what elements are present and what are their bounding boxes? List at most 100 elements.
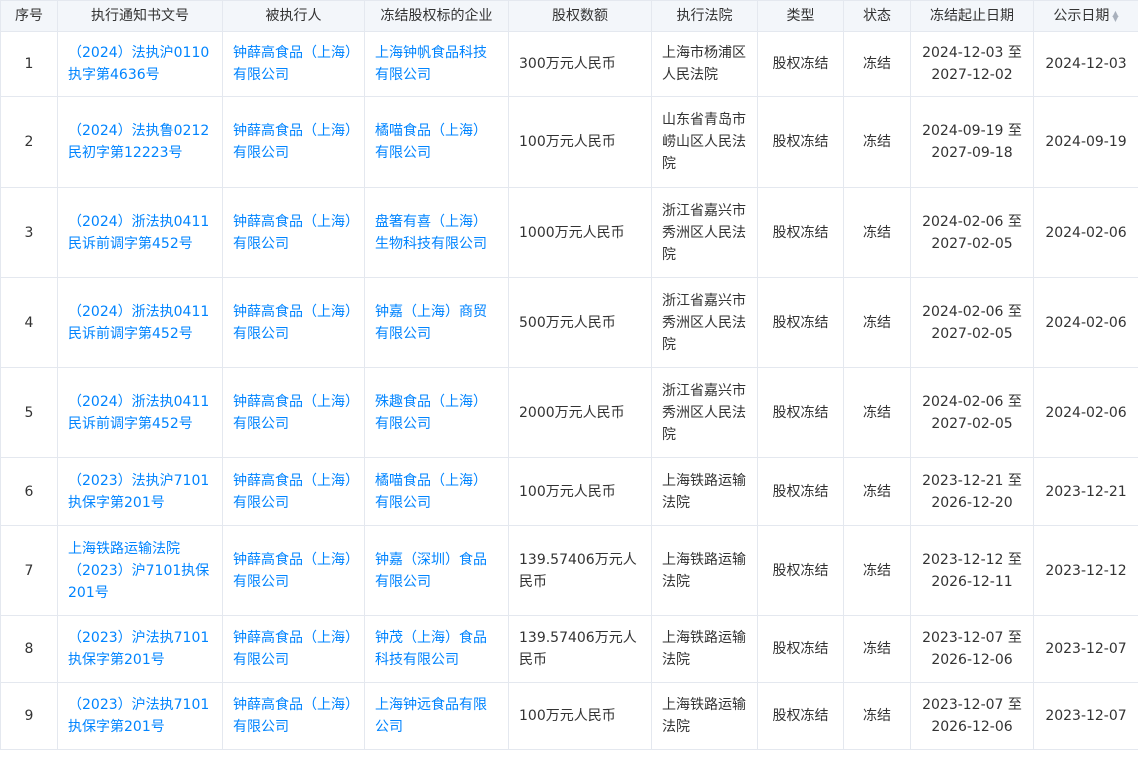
cell-publish-date: 2023-12-07 xyxy=(1033,615,1138,683)
cell-status: 冻结 xyxy=(843,187,911,278)
cell-court: 上海市杨浦区人民法院 xyxy=(651,31,758,97)
cell-frozen-company-link[interactable]: 钟茂（上海）食品科技有限公司 xyxy=(364,615,509,683)
cell-executee-link[interactable]: 钟薛高食品（上海）有限公司 xyxy=(222,615,365,683)
cell-status: 冻结 xyxy=(843,525,911,616)
table-row: 9 （2023）沪法执7101执保字第201号 钟薛高食品（上海）有限公司 上海钟远食… xyxy=(0,682,1138,750)
cell-index: 4 xyxy=(0,277,58,368)
cell-type: 股权冻结 xyxy=(757,525,844,616)
cell-index: 9 xyxy=(0,682,58,750)
cell-publish-date: 2024-02-06 xyxy=(1033,277,1138,368)
cell-notice-link[interactable]: （2024）法执鲁0212民初字第12223号 xyxy=(57,96,223,188)
table-row: 2 （2024）法执鲁0212民初字第12223号 钟薛高食品（上海）有限公司 橘喵食… xyxy=(0,96,1138,188)
cell-executee-link[interactable]: 钟薛高食品（上海）有限公司 xyxy=(222,277,365,368)
col-header-notice-no: 执行通知书文号 xyxy=(57,0,223,32)
cell-frozen-company-link[interactable]: 橘喵食品（上海）有限公司 xyxy=(364,457,509,526)
cell-frozen-company-link[interactable]: 钟嘉（上海）商贸有限公司 xyxy=(364,277,509,368)
cell-amount: 500万元人民币 xyxy=(508,277,652,368)
sort-icon[interactable]: ▲ ▼ xyxy=(1112,10,1118,23)
cell-index: 5 xyxy=(0,367,58,458)
cell-period: 2023-12-07 至 2026-12-06 xyxy=(910,682,1034,750)
col-header-publish-date[interactable]: 公示日期 ▲ ▼ xyxy=(1033,0,1138,32)
cell-court: 山东省青岛市崂山区人民法院 xyxy=(651,96,758,188)
cell-type: 股权冻结 xyxy=(757,367,844,458)
col-header-executee: 被执行人 xyxy=(222,0,365,32)
cell-amount: 300万元人民币 xyxy=(508,31,652,97)
cell-court: 上海铁路运输法院 xyxy=(651,457,758,526)
cell-type: 股权冻结 xyxy=(757,277,844,368)
cell-frozen-company-link[interactable]: 殊趣食品（上海）有限公司 xyxy=(364,367,509,458)
cell-index: 3 xyxy=(0,187,58,278)
cell-amount: 139.57406万元人民币 xyxy=(508,615,652,683)
cell-period: 2023-12-07 至 2026-12-06 xyxy=(910,615,1034,683)
equity-freeze-table: 序号 执行通知书文号 被执行人 冻结股权标的企业 股权数额 执行法院 类型 状态… xyxy=(0,0,1138,750)
cell-notice-link[interactable]: （2023）沪法执7101执保字第201号 xyxy=(57,615,223,683)
table-row: 3 （2024）浙法执0411民诉前调字第452号 钟薛高食品（上海）有限公司 盘箸有… xyxy=(0,187,1138,278)
cell-executee-link[interactable]: 钟薛高食品（上海）有限公司 xyxy=(222,187,365,278)
cell-index: 2 xyxy=(0,96,58,188)
cell-index: 7 xyxy=(0,525,58,616)
cell-type: 股权冻结 xyxy=(757,31,844,97)
col-header-index: 序号 xyxy=(0,0,58,32)
cell-court: 上海铁路运输法院 xyxy=(651,525,758,616)
cell-notice-link[interactable]: （2024）浙法执0411民诉前调字第452号 xyxy=(57,187,223,278)
cell-frozen-company-link[interactable]: 橘喵食品（上海）有限公司 xyxy=(364,96,509,188)
cell-executee-link[interactable]: 钟薛高食品（上海）有限公司 xyxy=(222,682,365,750)
cell-status: 冻结 xyxy=(843,96,911,188)
cell-amount: 100万元人民币 xyxy=(508,457,652,526)
cell-publish-date: 2024-02-06 xyxy=(1033,367,1138,458)
cell-period: 2024-02-06 至 2027-02-05 xyxy=(910,187,1034,278)
cell-type: 股权冻结 xyxy=(757,682,844,750)
cell-executee-link[interactable]: 钟薛高食品（上海）有限公司 xyxy=(222,525,365,616)
col-header-type: 类型 xyxy=(757,0,844,32)
table-row: 8 （2023）沪法执7101执保字第201号 钟薛高食品（上海）有限公司 钟茂（上海… xyxy=(0,615,1138,683)
cell-publish-date: 2023-12-21 xyxy=(1033,457,1138,526)
cell-period: 2024-09-19 至 2027-09-18 xyxy=(910,96,1034,188)
cell-amount: 139.57406万元人民币 xyxy=(508,525,652,616)
cell-amount: 2000万元人民币 xyxy=(508,367,652,458)
cell-period: 2023-12-21 至 2026-12-20 xyxy=(910,457,1034,526)
cell-publish-date: 2023-12-12 xyxy=(1033,525,1138,616)
cell-publish-date: 2024-09-19 xyxy=(1033,96,1138,188)
cell-court: 上海铁路运输法院 xyxy=(651,682,758,750)
cell-notice-link[interactable]: （2023）法执沪7101执保字第201号 xyxy=(57,457,223,526)
cell-frozen-company-link[interactable]: 钟嘉（深圳）食品有限公司 xyxy=(364,525,509,616)
cell-amount: 100万元人民币 xyxy=(508,682,652,750)
cell-publish-date: 2024-12-03 xyxy=(1033,31,1138,97)
cell-notice-link[interactable]: （2024）法执沪0110执字第4636号 xyxy=(57,31,223,97)
cell-period: 2023-12-12 至 2026-12-11 xyxy=(910,525,1034,616)
col-header-court: 执行法院 xyxy=(651,0,758,32)
cell-executee-link[interactable]: 钟薛高食品（上海）有限公司 xyxy=(222,457,365,526)
cell-status: 冻结 xyxy=(843,615,911,683)
cell-executee-link[interactable]: 钟薛高食品（上海）有限公司 xyxy=(222,367,365,458)
col-header-status: 状态 xyxy=(843,0,911,32)
cell-executee-link[interactable]: 钟薛高食品（上海）有限公司 xyxy=(222,96,365,188)
cell-notice-link[interactable]: （2023）沪法执7101执保字第201号 xyxy=(57,682,223,750)
col-header-amount: 股权数额 xyxy=(508,0,652,32)
col-header-frozen-company: 冻结股权标的企业 xyxy=(364,0,509,32)
cell-frozen-company-link[interactable]: 上海钟远食品有限公司 xyxy=(364,682,509,750)
cell-frozen-company-link[interactable]: 上海钟帆食品科技有限公司 xyxy=(364,31,509,97)
table-row: 5 （2024）浙法执0411民诉前调字第452号 钟薛高食品（上海）有限公司 殊趣食… xyxy=(0,367,1138,458)
cell-status: 冻结 xyxy=(843,277,911,368)
cell-court: 浙江省嘉兴市秀洲区人民法院 xyxy=(651,367,758,458)
table-row: 7 上海铁路运输法院（2023）沪7101执保201号 钟薛高食品（上海）有限公司钟… xyxy=(0,525,1138,616)
cell-executee-link[interactable]: 钟薛高食品（上海）有限公司 xyxy=(222,31,365,97)
col-header-period: 冻结起止日期 xyxy=(910,0,1034,32)
cell-period: 2024-02-06 至 2027-02-05 xyxy=(910,277,1034,368)
publish-date-label: 公示日期 xyxy=(1053,8,1110,24)
cell-notice-link[interactable]: （2024）浙法执0411民诉前调字第452号 xyxy=(57,277,223,368)
cell-type: 股权冻结 xyxy=(757,457,844,526)
table-header-row: 序号 执行通知书文号 被执行人 冻结股权标的企业 股权数额 执行法院 类型 状态… xyxy=(0,0,1138,32)
cell-status: 冻结 xyxy=(843,31,911,97)
cell-type: 股权冻结 xyxy=(757,96,844,188)
cell-notice-link[interactable]: 上海铁路运输法院（2023）沪7101执保201号 xyxy=(57,525,223,616)
cell-index: 6 xyxy=(0,457,58,526)
table-row: 6 （2023）法执沪7101执保字第201号 钟薛高食品（上海）有限公司 橘喵食品（… xyxy=(0,457,1138,526)
cell-status: 冻结 xyxy=(843,367,911,458)
cell-notice-link[interactable]: （2024）浙法执0411民诉前调字第452号 xyxy=(57,367,223,458)
cell-type: 股权冻结 xyxy=(757,187,844,278)
cell-period: 2024-02-06 至 2027-02-05 xyxy=(910,367,1034,458)
table-row: 1 （2024）法执沪0110执字第4636号 钟薛高食品（上海）有限公司 上海钟帆食… xyxy=(0,31,1138,97)
cell-frozen-company-link[interactable]: 盘箸有喜（上海）生物科技有限公司 xyxy=(364,187,509,278)
cell-period: 2024-12-03 至 2027-12-02 xyxy=(910,31,1034,97)
